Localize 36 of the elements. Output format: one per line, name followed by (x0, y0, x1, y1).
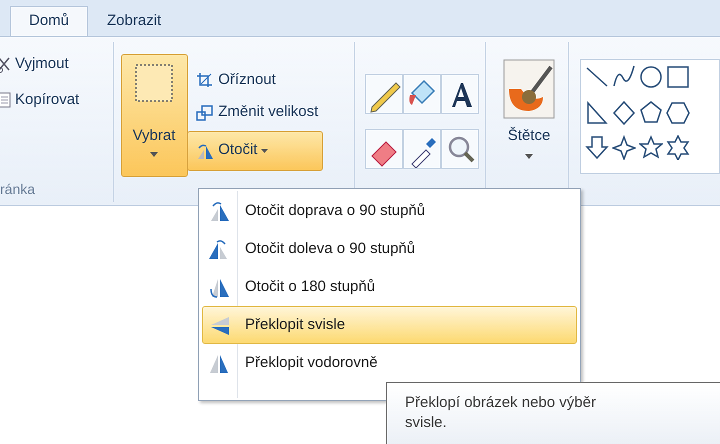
crop-icon (196, 71, 214, 90)
arrow-icon[interactable] (585, 135, 610, 160)
rectangle-icon[interactable] (666, 64, 690, 89)
menu-item[interactable]: Překlopit vodorovně (202, 344, 577, 382)
ribbon-button[interactable]: Kopírovat (0, 86, 113, 114)
resize-icon (196, 104, 214, 122)
clipboard-icon (0, 90, 11, 110)
ribbon-button[interactable]: Změnit velikost (191, 98, 324, 127)
menu-item[interactable]: Otočit doleva o 90 stupňů (202, 230, 577, 268)
diamond-icon[interactable] (612, 100, 636, 125)
menu-item[interactable]: Překlopit svisle (202, 306, 577, 344)
four-point-star-icon[interactable] (612, 135, 636, 160)
menu-item[interactable]: Otočit doprava o 90 stupňů (202, 192, 577, 230)
star-icon[interactable] (639, 135, 664, 160)
tooltip: Překlopí obrázek nebo výběr svisle. (386, 382, 720, 444)
caret-icon (261, 148, 268, 152)
pentagon-icon[interactable] (639, 100, 664, 125)
brushes-button[interactable]: Štětce (498, 54, 560, 164)
oval-icon[interactable] (639, 64, 664, 89)
ribbon-tab[interactable]: Zobrazit (88, 6, 180, 36)
rotate-right-icon (209, 199, 231, 223)
caret-icon (150, 152, 158, 156)
rotate-button[interactable]: Otočit (187, 130, 324, 170)
brush-icon (503, 59, 556, 119)
menu-item[interactable]: Otočit o 180 stupňů (202, 268, 577, 306)
six-point-star-icon[interactable] (666, 135, 690, 160)
ribbon-button[interactable]: Oříznout (191, 66, 324, 94)
curve-icon[interactable] (612, 64, 636, 89)
ribbon-button[interactable]: Vyjmout (0, 50, 113, 78)
hexagon-icon[interactable] (666, 100, 690, 125)
rotate-icon (196, 142, 214, 160)
caret-icon (525, 154, 534, 158)
select-button[interactable]: Vybrat (120, 54, 188, 177)
ribbon-tab[interactable]: Domů (10, 6, 88, 36)
triangle-icon[interactable] (585, 100, 610, 125)
group-label: ránka (0, 180, 36, 199)
